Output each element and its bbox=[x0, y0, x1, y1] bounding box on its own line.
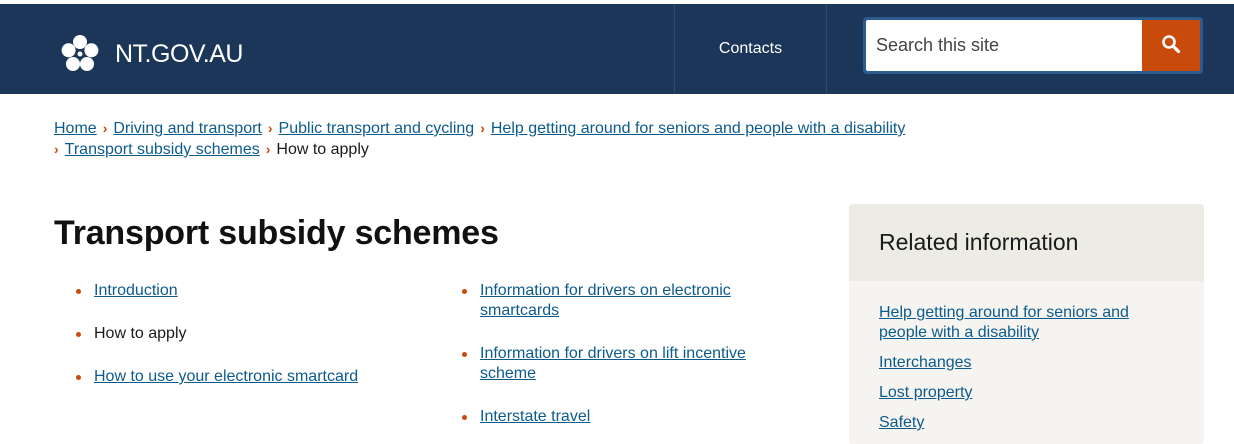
breadcrumb-home[interactable]: Home bbox=[54, 120, 97, 137]
chevron-right-icon: › bbox=[265, 141, 271, 157]
section-link-interstate-travel[interactable]: Interstate travel bbox=[480, 408, 590, 425]
search-icon bbox=[1161, 34, 1181, 57]
breadcrumb-current: How to apply bbox=[276, 141, 369, 158]
section-nav-right: Information for drivers on electronic sm… bbox=[462, 281, 790, 427]
chevron-right-icon: › bbox=[54, 141, 59, 157]
section-nav-item: Information for drivers on electronic sm… bbox=[462, 281, 790, 321]
related-links: Help getting around for seniors and peop… bbox=[849, 281, 1204, 433]
breadcrumb-transport-subsidy[interactable]: Transport subsidy schemes bbox=[65, 141, 260, 158]
section-link-drivers-smartcards[interactable]: Information for drivers on electronic sm… bbox=[480, 282, 731, 319]
related-link-interchanges[interactable]: Interchanges bbox=[879, 354, 972, 371]
chevron-right-icon: › bbox=[102, 120, 108, 136]
section-current-how-to-apply: How to apply bbox=[94, 325, 187, 342]
section-nav-item: How to use your electronic smartcard bbox=[76, 367, 424, 387]
chevron-right-icon: › bbox=[480, 120, 485, 136]
floral-emblem-icon bbox=[60, 34, 100, 74]
related-link-help-getting-around[interactable]: Help getting around for seniors and peop… bbox=[879, 304, 1129, 341]
section-nav-item: Information for drivers on lift incentiv… bbox=[462, 344, 790, 384]
list-item: Safety bbox=[879, 413, 1174, 433]
section-nav-item: Introduction bbox=[76, 281, 424, 301]
search-input[interactable] bbox=[866, 20, 1142, 71]
chevron-right-icon: › bbox=[267, 120, 273, 136]
list-item: Interchanges bbox=[879, 353, 1174, 373]
related-link-lost-property[interactable]: Lost property bbox=[879, 384, 972, 401]
nav-contacts-link[interactable]: Contacts bbox=[674, 4, 827, 94]
site-logo[interactable]: NT.GOV.AU bbox=[60, 34, 243, 74]
search-form bbox=[863, 17, 1203, 74]
site-header: NT.GOV.AU Contacts bbox=[0, 4, 1234, 94]
search-button[interactable] bbox=[1142, 20, 1200, 71]
section-link-smartcard[interactable]: How to use your electronic smartcard bbox=[94, 368, 358, 385]
site-name: NT.GOV.AU bbox=[115, 39, 243, 68]
page-title: Transport subsidy schemes bbox=[54, 214, 499, 252]
breadcrumb-help-getting-around[interactable]: Help getting around for seniors and peop… bbox=[491, 120, 905, 137]
breadcrumb: Home › Driving and transport › Public transp… bbox=[54, 118, 1014, 160]
related-information-title: Related information bbox=[849, 204, 1204, 281]
breadcrumb-driving-and-transport[interactable]: Driving and transport bbox=[113, 120, 262, 137]
related-link-safety[interactable]: Safety bbox=[879, 414, 924, 431]
section-link-introduction[interactable]: Introduction bbox=[94, 282, 178, 299]
related-information-panel: Related information Help getting around … bbox=[849, 204, 1204, 444]
section-nav-item-current: How to apply bbox=[76, 324, 424, 344]
list-item: Help getting around for seniors and peop… bbox=[879, 303, 1174, 343]
section-link-lift-incentive[interactable]: Information for drivers on lift incentiv… bbox=[480, 345, 746, 382]
list-item: Lost property bbox=[879, 383, 1174, 403]
section-nav-item: Interstate travel bbox=[462, 407, 790, 427]
breadcrumb-public-transport[interactable]: Public transport and cycling bbox=[279, 120, 475, 137]
section-nav-left: Introduction How to apply How to use you… bbox=[76, 281, 424, 387]
